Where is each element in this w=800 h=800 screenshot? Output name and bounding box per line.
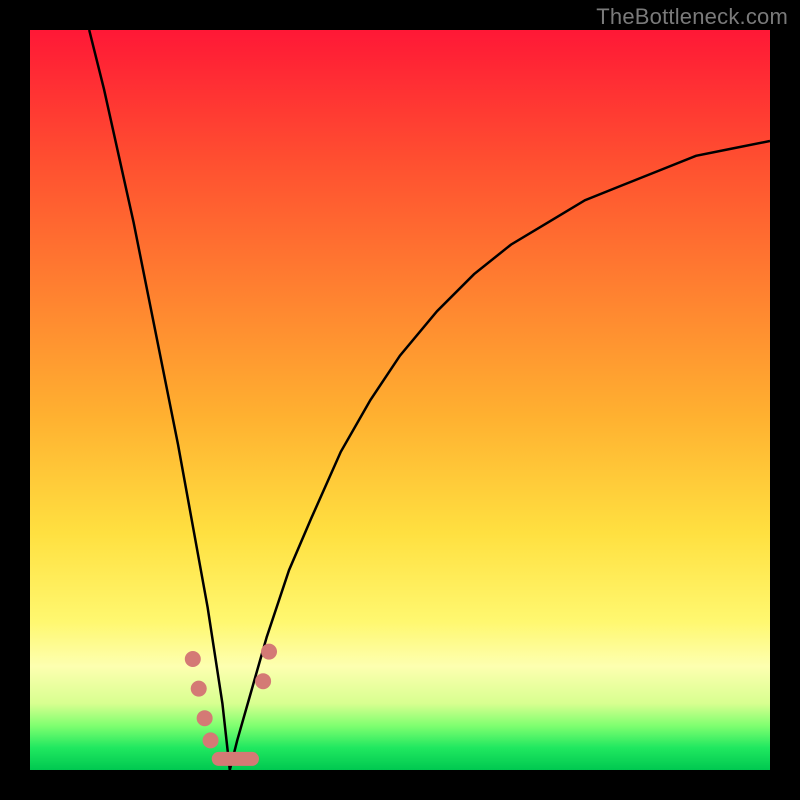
marker-dot bbox=[185, 651, 201, 667]
marker-dot bbox=[203, 732, 219, 748]
bottleneck-curve bbox=[30, 30, 770, 770]
marker-dot bbox=[255, 673, 271, 689]
marker-dot bbox=[191, 681, 207, 697]
marker-dot bbox=[197, 710, 213, 726]
marker-dot bbox=[261, 644, 277, 660]
watermark-text: TheBottleneck.com bbox=[596, 4, 788, 30]
plot-area bbox=[30, 30, 770, 770]
